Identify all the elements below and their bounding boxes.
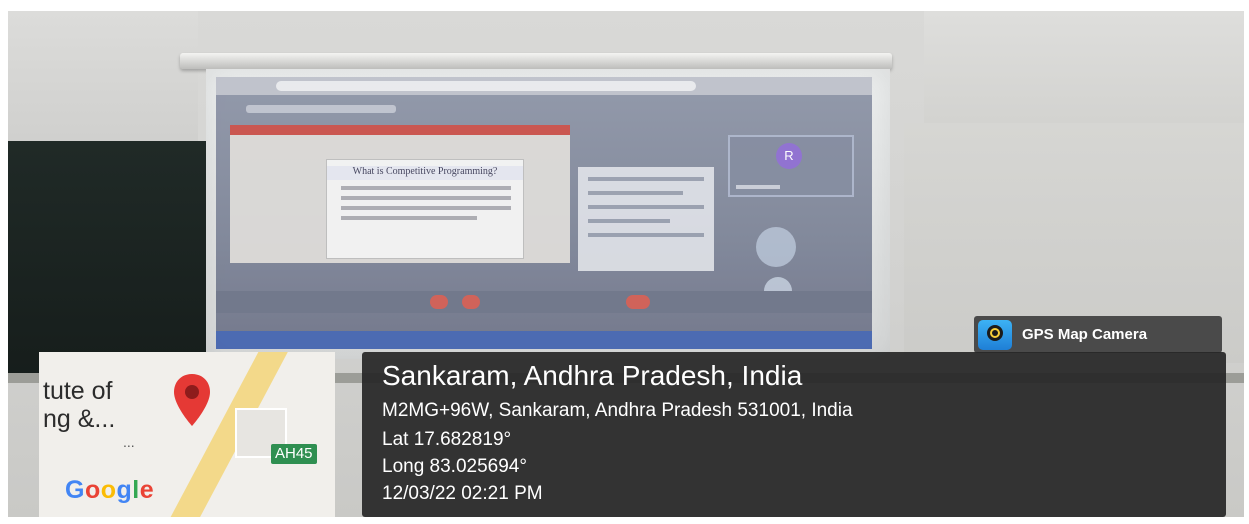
longitude: Long 83.025694° (382, 456, 527, 477)
wall-right (924, 11, 1244, 131)
participant-tile: R (728, 135, 854, 197)
location-title: Sankaram, Andhra Pradesh, India (382, 360, 803, 391)
address: M2MG+96W, Sankaram, Andhra Pradesh 53100… (382, 400, 853, 421)
mic-off-icon (430, 295, 448, 309)
map-thumbnail: tute of ng &... ... AH45 Google (39, 352, 335, 517)
google-logo-letter: l (132, 476, 140, 504)
projected-video-call: What is Competitive Programming? R (216, 77, 872, 349)
slide-title: What is Competitive Programming? (327, 166, 523, 180)
google-logo-letter: g (116, 476, 133, 504)
camera-off-icon (462, 295, 480, 309)
google-logo-letter: G (65, 476, 85, 504)
map-pin-icon (174, 374, 210, 426)
gps-map-camera-badge: GPS Map Camera (974, 316, 1222, 353)
datetime: 12/03/22 02:21 PM (382, 483, 543, 504)
map-label-ellipsis: ... (123, 434, 135, 450)
route-tag: AH45 (271, 444, 317, 464)
google-logo-letter: o (84, 476, 101, 504)
location-info-panel: Sankaram, Andhra Pradesh, India M2MG+96W… (362, 352, 1226, 517)
shared-screen: What is Competitive Programming? (230, 125, 570, 263)
end-call-icon (626, 295, 650, 309)
projector-screen-roller (180, 53, 892, 69)
presenting-banner (246, 105, 396, 113)
app-name: GPS Map Camera (1022, 326, 1148, 343)
powerpoint-ribbon (230, 125, 570, 135)
google-logo: Google (65, 476, 154, 505)
avatar: R (776, 143, 802, 169)
google-logo-letter: e (139, 476, 155, 504)
map-label-line1: tute of (43, 377, 113, 405)
chalkboard-left (8, 141, 213, 381)
map-label-line2: ng &... (43, 405, 116, 433)
slide-bullets (341, 186, 511, 226)
wall-left (8, 11, 198, 151)
chat-panel (578, 167, 714, 271)
call-toolbar (216, 291, 872, 313)
participant-avatar-group (756, 227, 796, 267)
gps-map-camera-icon (978, 319, 1012, 350)
google-logo-letter: o (100, 476, 117, 504)
presentation-slide: What is Competitive Programming? (326, 159, 524, 259)
browser-url-bar (276, 81, 696, 91)
latitude: Lat 17.682819° (382, 429, 512, 450)
participant-name (736, 185, 780, 189)
taskbar (216, 331, 872, 349)
